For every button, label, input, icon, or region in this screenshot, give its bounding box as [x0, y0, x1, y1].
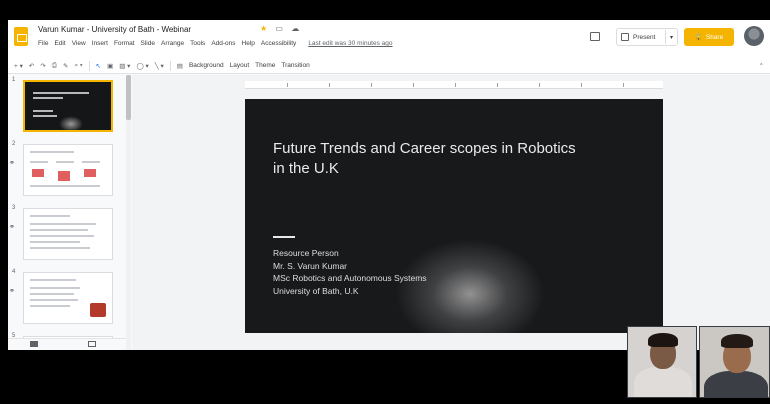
- title-icons: ★ ▭ ☁: [260, 24, 305, 33]
- background-button[interactable]: Background: [189, 62, 224, 69]
- toolbar: + ▾ ↶ ↷ ⎙ ✎ ⌕ ▾ ↖ ▣ ▨ ▾ ◯ ▾ ╲ ▾ ▤ Backgr…: [8, 58, 770, 74]
- toolbar-divider: [88, 60, 90, 71]
- current-slide[interactable]: Future Trends and Career scopes in Robot…: [245, 99, 663, 333]
- robot-image: [90, 303, 106, 317]
- lock-icon: 🔒: [694, 34, 703, 41]
- document-title[interactable]: Varun Kumar - University of Bath - Webin…: [38, 25, 191, 34]
- filmstrip-scrollbar[interactable]: [126, 75, 131, 350]
- line-icon[interactable]: ╲ ▾: [155, 62, 164, 70]
- menu-tools[interactable]: Tools: [190, 40, 205, 47]
- body-line: Resource Person: [273, 248, 339, 258]
- menu-insert[interactable]: Insert: [92, 40, 108, 47]
- link-icon: ⚭: [9, 160, 15, 167]
- zoom-icon[interactable]: ⌕ ▾: [74, 62, 82, 70]
- body-line: MSc Robotics and Autonomous Systems: [273, 273, 427, 283]
- filmstrip-item[interactable]: 3 ⚭: [8, 205, 126, 267]
- slide-number: 2: [12, 141, 16, 147]
- participant-video-tile[interactable]: [699, 326, 770, 398]
- present-button[interactable]: Present ▾: [616, 28, 678, 46]
- transition-button[interactable]: Transition: [281, 62, 309, 69]
- filmstrip-item[interactable]: 2 ⚭: [8, 141, 126, 203]
- chevron-up-icon[interactable]: ⌃: [759, 62, 764, 70]
- body-line: University of Bath, U.K: [273, 285, 359, 296]
- slide-canvas: Future Trends and Career scopes in Robot…: [132, 75, 770, 350]
- slide-title-line: in the U.K: [273, 160, 339, 177]
- horizontal-ruler: [245, 81, 663, 89]
- menu-slide[interactable]: Slide: [141, 40, 155, 47]
- slides-logo-icon[interactable]: [14, 27, 28, 46]
- participant-body: [704, 371, 768, 397]
- filmstrip-item[interactable]: 4 ⚭: [8, 269, 126, 331]
- view-switcher: [8, 338, 126, 350]
- present-icon: [621, 33, 629, 41]
- slide-thumbnail[interactable]: [23, 144, 113, 196]
- menu-view[interactable]: View: [72, 40, 86, 47]
- participant-hair: [721, 334, 753, 348]
- menu-addons[interactable]: Add-ons: [211, 40, 235, 47]
- participant-body: [634, 367, 692, 397]
- last-edit-link[interactable]: Last edit was 30 minutes ago: [308, 40, 392, 47]
- theme-button[interactable]: Theme: [255, 62, 275, 69]
- screen-frame: Varun Kumar - University of Bath - Webin…: [0, 0, 770, 404]
- slide-thumbnail[interactable]: [23, 272, 113, 324]
- slides-app-window: Varun Kumar - University of Bath - Webin…: [8, 20, 770, 350]
- move-folder-icon[interactable]: ▭: [275, 24, 283, 33]
- filmstrip-view-icon[interactable]: [88, 341, 96, 347]
- shape-icon[interactable]: ◯ ▾: [136, 62, 148, 70]
- body-line: Mr. S. Varun Kumar: [273, 260, 348, 271]
- menu-bar: File Edit View Insert Format Slide Arran…: [38, 40, 393, 47]
- menu-arrange[interactable]: Arrange: [161, 40, 184, 47]
- text-box-icon[interactable]: ▣: [107, 62, 113, 70]
- comments-icon[interactable]: [590, 32, 600, 41]
- link-icon: ⚭: [9, 288, 15, 295]
- link-icon: ⚭: [9, 224, 15, 231]
- title-bar: Varun Kumar - University of Bath - Webin…: [8, 20, 770, 58]
- share-button[interactable]: 🔒 Share: [684, 28, 734, 46]
- new-slide-icon[interactable]: + ▾: [14, 62, 23, 70]
- slide-body[interactable]: Resource Person Mr. S. Varun Kumar MSc R…: [273, 247, 427, 297]
- cloud-status-icon: ☁: [291, 24, 300, 33]
- title-divider: [273, 236, 295, 238]
- participant-video-tile[interactable]: [627, 326, 697, 398]
- present-divider: [664, 30, 666, 44]
- slide-number: 1: [12, 77, 16, 83]
- layout-button[interactable]: Layout: [230, 62, 250, 69]
- menu-edit[interactable]: Edit: [54, 40, 65, 47]
- slide-thumbnail[interactable]: [23, 208, 113, 260]
- slide-thumbnail[interactable]: [23, 80, 113, 132]
- select-icon[interactable]: ↖: [96, 62, 101, 70]
- slide-number: 3: [12, 205, 16, 211]
- slide-filmstrip: 1 2 ⚭ 3 ⚭ 4 ⚭ 5: [8, 75, 126, 350]
- paint-format-icon[interactable]: ✎: [63, 62, 68, 70]
- chevron-down-icon[interactable]: ▾: [670, 34, 677, 41]
- scrollbar-thumb[interactable]: [126, 75, 131, 120]
- account-avatar[interactable]: [744, 26, 764, 46]
- slide-title-line: Future Trends and Career scopes in Robot…: [273, 140, 576, 157]
- slide-number: 4: [12, 269, 16, 275]
- menu-file[interactable]: File: [38, 40, 48, 47]
- present-label: Present: [633, 33, 656, 41]
- share-label: Share: [705, 33, 724, 41]
- image-icon[interactable]: ▨ ▾: [119, 62, 130, 70]
- star-icon[interactable]: ★: [260, 24, 267, 33]
- grid-view-icon[interactable]: [30, 341, 38, 347]
- menu-accessibility[interactable]: Accessibility: [261, 40, 296, 47]
- toolbar-divider: [169, 60, 171, 71]
- undo-icon[interactable]: ↶: [29, 62, 34, 70]
- menu-help[interactable]: Help: [242, 40, 255, 47]
- comment-add-icon[interactable]: ▤: [177, 62, 183, 70]
- print-icon[interactable]: ⎙: [52, 62, 57, 70]
- menu-format[interactable]: Format: [114, 40, 135, 47]
- slide-title[interactable]: Future Trends and Career scopes in Robot…: [273, 139, 633, 179]
- filmstrip-item[interactable]: 1: [8, 77, 126, 139]
- redo-icon[interactable]: ↷: [40, 62, 45, 70]
- participant-hair: [648, 333, 678, 347]
